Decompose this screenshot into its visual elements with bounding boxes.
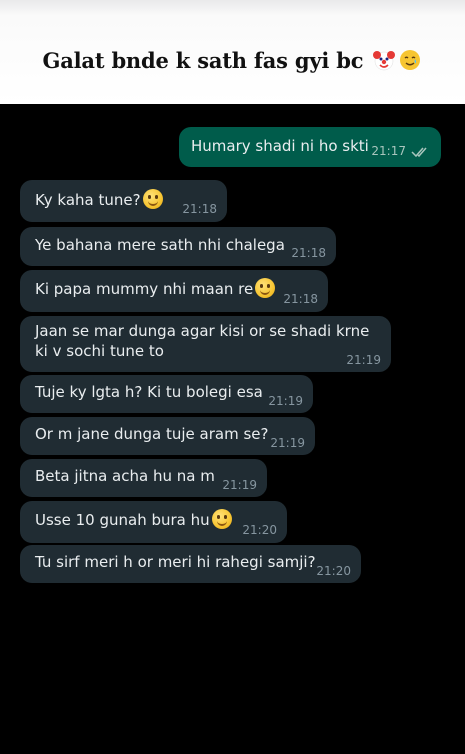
message-time: 21:20 xyxy=(316,564,351,578)
message-bubble-incoming[interactable]: Ky kaha tune? 21:18 xyxy=(20,180,227,222)
message-text-content: Usse 10 gunah bura hu xyxy=(35,511,210,529)
message-time: 21:19 xyxy=(268,394,303,408)
message-text-content: Ky kaha tune? xyxy=(35,191,141,209)
message-time: 21:20 xyxy=(242,523,277,537)
message-time: 21:19 xyxy=(270,436,305,450)
message-time: 21:18 xyxy=(182,202,217,216)
message-bubble-incoming[interactable]: Ki papa mummy nhi maan re 21:18 xyxy=(20,270,328,312)
message-time: 21:17 xyxy=(371,144,406,158)
message-text: Ki papa mummy nhi maan re xyxy=(35,278,276,299)
clown-face-icon xyxy=(373,51,396,71)
message-time: 21:18 xyxy=(283,292,318,306)
message-text: Or m jane dunga tuje aram se? xyxy=(35,425,269,443)
message-time: 21:19 xyxy=(222,478,257,492)
caption-bar: Galat bnde k sath fas gyi bc xyxy=(0,0,465,104)
caption-title: Galat bnde k sath fas gyi bc xyxy=(0,48,465,73)
double-check-read-icon xyxy=(411,147,427,158)
message-text: Jaan se mar dunga agar kisi or se shadi … xyxy=(35,322,370,360)
message-time: 21:18 xyxy=(291,246,326,260)
message-text: Ye bahana mere sath nhi chalega xyxy=(35,236,285,254)
message-bubble-incoming[interactable]: Tu sirf meri h or meri hi rahegi samji? … xyxy=(20,545,361,583)
message-bubble-outgoing[interactable]: Humary shadi ni ho skti 21:17 xyxy=(179,127,441,167)
slightly-smiling-face-icon xyxy=(255,278,276,298)
message-text: Tuje ky lgta h? Ki tu bolegi esa xyxy=(35,383,263,401)
message-bubble-incoming[interactable]: Or m jane dunga tuje aram se? 21:19 xyxy=(20,417,315,455)
message-bubble-incoming[interactable]: Beta jitna acha hu na m 21:19 xyxy=(20,459,267,497)
message-text: Tu sirf meri h or meri hi rahegi samji? xyxy=(35,553,316,571)
message-text: Usse 10 gunah bura hu xyxy=(35,509,232,530)
smiling-face-with-tear-icon xyxy=(400,50,421,70)
message-text: Humary shadi ni ho skti xyxy=(191,137,369,155)
caption-text: Galat bnde k sath fas gyi bc xyxy=(42,48,364,73)
message-bubble-incoming[interactable]: Jaan se mar dunga agar kisi or se shadi … xyxy=(20,316,391,372)
message-text-content: Ki papa mummy nhi maan re xyxy=(35,280,254,298)
message-text: Beta jitna acha hu na m xyxy=(35,467,215,485)
slightly-smiling-face-icon xyxy=(142,189,163,209)
message-bubble-incoming[interactable]: Tuje ky lgta h? Ki tu bolegi esa 21:19 xyxy=(20,375,313,413)
chat-area[interactable]: Humary shadi ni ho skti 21:17 Ky kaha tu… xyxy=(0,104,465,754)
message-text: Ky kaha tune? xyxy=(35,189,163,210)
message-time: 21:19 xyxy=(346,353,381,367)
slightly-smiling-face-icon xyxy=(211,509,232,529)
message-bubble-incoming[interactable]: Ye bahana mere sath nhi chalega 21:18 xyxy=(20,227,336,266)
message-bubble-incoming[interactable]: Usse 10 gunah bura hu 21:20 xyxy=(20,501,287,543)
